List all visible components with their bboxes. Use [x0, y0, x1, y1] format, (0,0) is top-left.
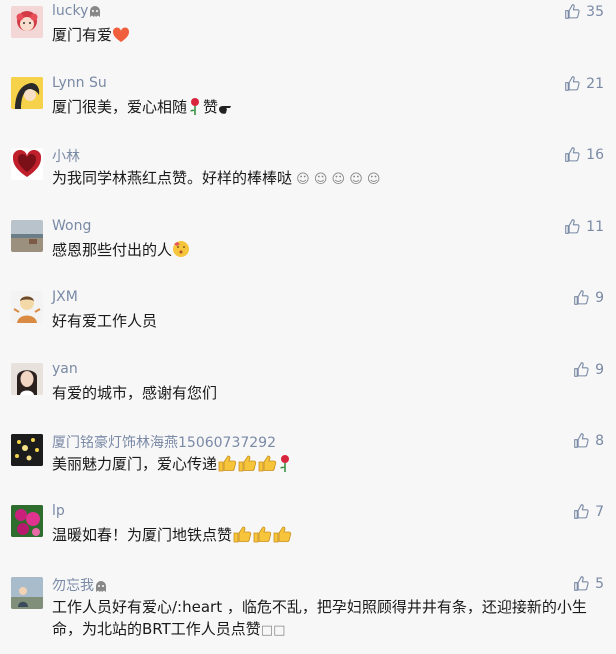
like-count: 11 — [586, 218, 604, 235]
like-count: 9 — [595, 289, 604, 306]
comment-nickname[interactable]: 厦门铭豪灯饰林海燕15060737292 — [52, 432, 276, 452]
avatar[interactable] — [11, 363, 43, 395]
avatar[interactable] — [11, 291, 43, 323]
thumbs-up-icon — [565, 76, 580, 91]
rose-icon — [277, 454, 293, 478]
pointing-hand-icon — [218, 99, 232, 121]
comment-nickname[interactable]: Wong — [52, 218, 91, 234]
kiss-face-icon — [172, 240, 190, 264]
like-button[interactable]: 11 — [564, 218, 604, 235]
like-button[interactable]: 8 — [573, 432, 604, 449]
comment-nickname[interactable]: lucky — [52, 3, 102, 22]
thumbs-up-emoji — [257, 454, 277, 478]
comment-text: 温暖如春！为厦门地铁点赞 — [52, 524, 292, 549]
thumbs-up-icon — [565, 219, 580, 234]
comment-nickname[interactable]: JXM — [52, 289, 78, 305]
thumbs-up-icon — [574, 576, 589, 591]
comment-nickname[interactable]: Lynn Su — [52, 75, 107, 91]
comment-text: 为我同学林燕红点赞。好样的棒棒哒 ☺ ☺ ☺ ☺ ☺ — [52, 169, 381, 187]
avatar[interactable] — [11, 220, 43, 252]
rose-icon — [187, 97, 203, 121]
thumbs-up-emoji — [232, 525, 252, 549]
like-count: 8 — [595, 432, 604, 449]
comment-text: 厦门有爱 — [52, 24, 130, 49]
thumbs-up-icon — [574, 362, 589, 377]
ghost-icon — [88, 6, 102, 22]
smiley-icons: ☺ ☺ ☺ ☺ ☺ — [292, 172, 381, 187]
thumbs-up-icon — [574, 504, 589, 519]
like-button[interactable]: 9 — [573, 361, 604, 378]
thumbs-up-emoji — [217, 454, 237, 478]
comment-text: 厦门很美，爱心相随赞 — [52, 96, 232, 121]
like-count: 21 — [586, 75, 604, 92]
avatar[interactable] — [11, 434, 43, 466]
like-count: 16 — [586, 146, 604, 163]
thumbs-up-emoji — [252, 525, 272, 549]
avatar[interactable] — [11, 577, 43, 609]
thumbs-up-icon — [574, 433, 589, 448]
comment-text: 感恩那些付出的人 — [52, 239, 190, 264]
comment-nickname[interactable]: 勿忘我 — [52, 575, 108, 597]
like-button[interactable]: 35 — [564, 3, 604, 20]
heart-icon — [112, 27, 130, 49]
thumbs-up-emoji — [272, 525, 292, 549]
like-count: 5 — [595, 575, 604, 592]
like-button[interactable]: 5 — [573, 575, 604, 592]
thumbs-up-icon — [574, 290, 589, 305]
thumbs-up-icon — [565, 4, 580, 19]
like-button[interactable]: 21 — [564, 75, 604, 92]
comment-nickname[interactable]: 小林 — [52, 146, 80, 166]
avatar[interactable] — [11, 148, 43, 180]
avatar[interactable] — [11, 77, 43, 109]
comment-nickname[interactable]: yan — [52, 361, 78, 377]
like-button[interactable]: 9 — [573, 289, 604, 306]
thumbs-up-icon — [565, 147, 580, 162]
avatar[interactable] — [11, 505, 43, 537]
placeholder-emoji: □□ — [260, 623, 286, 638]
avatar[interactable] — [11, 6, 43, 38]
like-button[interactable]: 16 — [564, 146, 604, 163]
comment-text: 有爱的城市，感谢有您们 — [52, 384, 218, 402]
like-count: 7 — [595, 503, 604, 520]
comment-text: 美丽魅力厦门，爱心传递 — [52, 453, 293, 478]
comment-text: 好有爱工作人员 — [52, 312, 158, 330]
like-count: 35 — [586, 3, 604, 20]
like-count: 9 — [595, 361, 604, 378]
like-button[interactable]: 7 — [573, 503, 604, 520]
ghost-icon — [94, 581, 108, 597]
comment-text: 工作人员好有爱心/:heart ，临危不乱，把孕妇照顾得井井有条，还迎接新的小生… — [52, 598, 587, 638]
thumbs-up-emoji — [237, 454, 257, 478]
comment-nickname[interactable]: lp — [52, 503, 65, 519]
